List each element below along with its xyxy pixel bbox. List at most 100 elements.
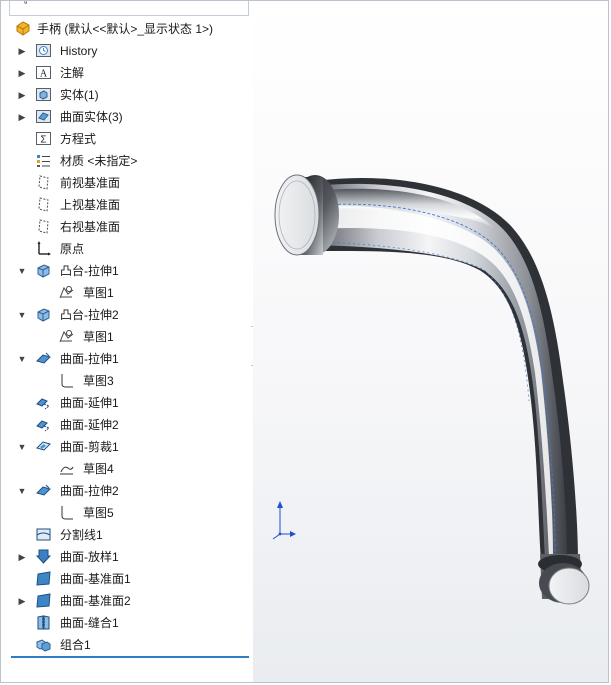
tree-root-part[interactable]: 手柄 (默认<<默认>_显示状态 1>)	[1, 19, 251, 39]
tree-item-label: History	[60, 44, 98, 58]
sketch-icon	[58, 284, 75, 301]
sketch-icon	[58, 328, 75, 345]
plane-icon	[35, 174, 52, 191]
surface-extend-icon	[35, 394, 52, 411]
filter-caret-icon: ᵍ	[24, 1, 28, 7]
plane-icon	[35, 218, 52, 235]
tree-item[interactable]: 曲面-延伸1	[1, 393, 251, 413]
tree-item-label: 曲面-缝合1	[60, 616, 119, 630]
expand-arrow-icon[interactable]: ▶	[17, 112, 27, 122]
tree-item[interactable]: 曲面-基准面1	[1, 569, 251, 589]
collapse-arrow-icon[interactable]: ▼	[17, 486, 27, 496]
surface-trim-icon	[35, 438, 52, 455]
surface-bodies-folder-icon	[35, 108, 52, 125]
surface-knit-icon	[35, 614, 52, 631]
surface-extrude-icon	[35, 350, 52, 367]
tree-item-label: 草图1	[83, 286, 114, 300]
tree-item[interactable]: ▶ 实体(1)	[1, 85, 251, 105]
annotations-icon: A	[35, 64, 52, 81]
surface-loft-icon	[35, 548, 52, 565]
tree-item[interactable]: ▶ A 注解	[1, 63, 251, 83]
tree-item-label: 原点	[60, 242, 85, 256]
sketch-curve-icon	[58, 504, 75, 521]
tree-item-label: 曲面-放样1	[60, 550, 119, 564]
tree-item-label: 上视基准面	[60, 198, 121, 212]
expand-arrow-icon[interactable]: ▶	[17, 596, 27, 606]
expand-arrow-icon[interactable]: ▶	[17, 68, 27, 78]
tree-item-label: 曲面-剪裁1	[60, 440, 119, 454]
svg-text:Σ: Σ	[40, 135, 46, 146]
tree-item[interactable]: ▼ 曲面-拉伸1	[1, 349, 251, 369]
boss-extrude-icon	[35, 262, 52, 279]
material-icon	[35, 152, 52, 169]
tree-item[interactable]: ▶ History	[1, 41, 251, 61]
tree-item-label: 右视基准面	[60, 220, 121, 234]
tree-item[interactable]: 原点	[1, 239, 251, 259]
tree-item-label: 注解	[60, 66, 85, 80]
split-line-icon	[35, 526, 52, 543]
history-folder-icon	[35, 42, 52, 59]
tree-item[interactable]: 曲面-延伸2	[1, 415, 251, 435]
tree-item-label: 草图5	[83, 506, 114, 520]
expand-arrow-icon[interactable]: ▶	[17, 90, 27, 100]
tree-item-label: 凸台-拉伸2	[60, 308, 119, 322]
tree-item[interactable]: 组合1	[1, 635, 251, 655]
tree-item[interactable]: Σ 方程式	[1, 129, 251, 149]
boss-extrude-icon	[35, 306, 52, 323]
tree-item[interactable]: 草图4	[1, 459, 251, 479]
tree-item[interactable]: 草图3	[1, 371, 251, 391]
tree-item-label: 草图4	[83, 462, 114, 476]
plane-icon	[35, 196, 52, 213]
tree-item[interactable]: 草图1	[1, 327, 251, 347]
origin-icon	[35, 240, 52, 257]
tree-item[interactable]: 右视基准面	[1, 217, 251, 237]
tree-item-label: 方程式	[60, 132, 97, 146]
tree-item-label: 凸台-拉伸1	[60, 264, 119, 278]
tree-item[interactable]: ▼ 凸台-拉伸2	[1, 305, 251, 325]
tree-item-label: 曲面实体(3)	[60, 110, 123, 124]
equations-icon: Σ	[35, 130, 52, 147]
tree-item[interactable]: 草图1	[1, 283, 251, 303]
rollback-bar[interactable]	[11, 656, 249, 658]
sketch-curve-icon	[58, 372, 75, 389]
tree-item-label: 组合1	[60, 638, 91, 652]
tree-item-label: 曲面-延伸1	[60, 396, 119, 410]
tree-item-label: 分割线1	[60, 528, 103, 542]
tree-item-label: 曲面-延伸2	[60, 418, 119, 432]
tree-item-label: 曲面-基准面1	[60, 572, 131, 586]
tree-item[interactable]: ▼ 曲面-剪裁1	[1, 437, 251, 457]
tree-item-label: 前视基准面	[60, 176, 121, 190]
surface-extend-icon	[35, 416, 52, 433]
tree-filter-box[interactable]: ᵍ	[9, 1, 249, 16]
part-root-icon	[15, 20, 32, 37]
collapse-arrow-icon[interactable]: ▼	[17, 354, 27, 364]
handle-model-render	[272, 174, 590, 605]
tree-item-label: 曲面-基准面2	[60, 594, 131, 608]
collapse-arrow-icon[interactable]: ▼	[17, 266, 27, 276]
tree-item[interactable]: 曲面-缝合1	[1, 613, 251, 633]
tree-item-label: 草图1	[83, 330, 114, 344]
tree-item[interactable]: 前视基准面	[1, 173, 251, 193]
collapse-arrow-icon[interactable]: ▼	[17, 310, 27, 320]
tree-item[interactable]: ▼ 曲面-拉伸2	[1, 481, 251, 501]
tree-item-label: 草图3	[83, 374, 114, 388]
graphics-viewport[interactable]	[253, 1, 608, 682]
planar-surface-icon	[35, 570, 52, 587]
tree-item[interactable]: 分割线1	[1, 525, 251, 545]
sketch-trim-icon	[58, 460, 75, 477]
tree-item[interactable]: ▼ 凸台-拉伸1	[1, 261, 251, 281]
tree-item-label: 材质 <未指定>	[60, 154, 138, 168]
expand-arrow-icon[interactable]: ▶	[17, 46, 27, 56]
combine-icon	[35, 636, 52, 653]
collapse-arrow-icon[interactable]: ▼	[17, 442, 27, 452]
tree-item-label: 曲面-拉伸2	[60, 484, 119, 498]
tree-item[interactable]: 草图5	[1, 503, 251, 523]
solid-bodies-folder-icon	[35, 86, 52, 103]
expand-arrow-icon[interactable]: ▶	[17, 552, 27, 562]
tree-item[interactable]: ▶ 曲面-放样1	[1, 547, 251, 567]
tree-item[interactable]: ▶ 曲面实体(3)	[1, 107, 251, 127]
tree-item[interactable]: 材质 <未指定>	[1, 151, 251, 171]
tree-item[interactable]: ▶ 曲面-基准面2	[1, 591, 251, 611]
tree-item[interactable]: 上视基准面	[1, 195, 251, 215]
surface-extrude-icon	[35, 482, 52, 499]
